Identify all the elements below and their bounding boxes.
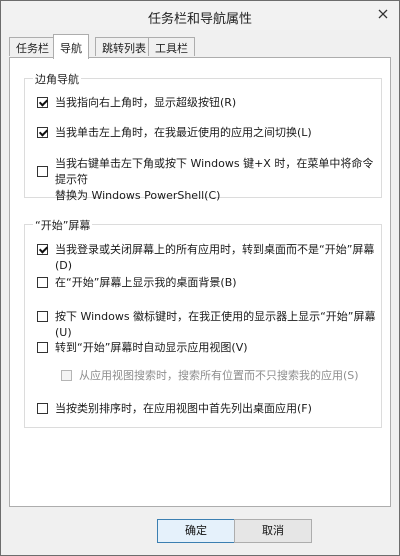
option-show-on-current-display[interactable]: 按下 Windows 徽标键时，在我正使用的显示器上显示“开始”屏幕(U) bbox=[37, 309, 381, 341]
tab-jumplists[interactable]: 跳转列表 bbox=[95, 37, 153, 56]
tab-taskbar[interactable]: 任务栏 bbox=[9, 37, 56, 56]
option-label: 从应用视图搜索时，搜索所有位置而不只搜索我的应用(S) bbox=[79, 369, 359, 382]
checkbox[interactable] bbox=[37, 166, 48, 177]
checkbox[interactable] bbox=[37, 127, 48, 138]
checkbox[interactable] bbox=[37, 403, 48, 414]
tab-navigation[interactable]: 导航 bbox=[53, 34, 89, 59]
option-label: 当我指向右上角时，显示超级按钮(R) bbox=[55, 96, 237, 109]
navigation-panel: 边角导航 当我指向右上角时，显示超级按钮(R) 当我单击左上角时，在我最近使用的… bbox=[9, 57, 391, 507]
checkbox[interactable] bbox=[37, 342, 48, 353]
close-icon bbox=[378, 9, 388, 19]
checkbox[interactable] bbox=[37, 311, 48, 322]
window-title: 任务栏和导航属性 bbox=[147, 12, 252, 27]
corner-navigation-group: 边角导航 当我指向右上角时，显示超级按钮(R) 当我单击左上角时，在我最近使用的… bbox=[24, 71, 382, 202]
option-show-charms[interactable]: 当我指向右上角时，显示超级按钮(R) bbox=[37, 95, 236, 111]
option-switch-apps[interactable]: 当我单击左上角时，在我最近使用的应用之间切换(L) bbox=[37, 125, 312, 141]
checkbox[interactable] bbox=[61, 370, 72, 381]
option-label: 当按类别排序时，在应用视图中首先列出桌面应用(F) bbox=[55, 402, 312, 415]
start-screen-title: “开始”屏幕 bbox=[33, 217, 93, 233]
option-label: 当我单击左上角时，在我最近使用的应用之间切换(L) bbox=[55, 126, 312, 139]
checkbox[interactable] bbox=[37, 97, 48, 108]
corner-navigation-title: 边角导航 bbox=[33, 71, 81, 87]
option-label-line-1: 当我右键单击左下角或按下 Windows 键+X 时，在菜单中将命令提示符 bbox=[55, 157, 374, 186]
option-search-everywhere[interactable]: 从应用视图搜索时，搜索所有位置而不只搜索我的应用(S) bbox=[61, 368, 359, 384]
ok-button[interactable]: 确定 bbox=[157, 519, 235, 543]
option-label: 当我右键单击左下角或按下 Windows 键+X 时，在菜单中将命令提示符 替换… bbox=[55, 156, 381, 204]
option-label-line-2: 替换为 Windows PowerShell(C) bbox=[55, 189, 221, 202]
option-label: 转到“开始”屏幕时自动显示应用视图(V) bbox=[55, 341, 248, 354]
cancel-button[interactable]: 取消 bbox=[234, 519, 312, 543]
close-button[interactable] bbox=[373, 4, 393, 24]
tab-toolbars[interactable]: 工具栏 bbox=[148, 37, 195, 56]
option-list-desktop-apps-first[interactable]: 当按类别排序时，在应用视图中首先列出桌面应用(F) bbox=[37, 401, 312, 417]
checkbox[interactable] bbox=[37, 277, 48, 288]
option-go-to-desktop[interactable]: 当我登录或关闭屏幕上的所有应用时，转到桌面而不是“开始”屏幕(D) bbox=[37, 242, 381, 274]
start-screen-group: “开始”屏幕 当我登录或关闭屏幕上的所有应用时，转到桌面而不是“开始”屏幕(D)… bbox=[24, 217, 382, 428]
dialog-footer: 确定 取消 bbox=[1, 507, 399, 555]
option-label: 在“开始”屏幕上显示我的桌面背景(B) bbox=[55, 276, 237, 289]
checkbox[interactable] bbox=[37, 244, 48, 255]
properties-dialog: 任务栏和导航属性 任务栏 导航 跳转列表 工具栏 边角导航 当我指向右上角时，显… bbox=[0, 0, 400, 556]
option-label: 按下 Windows 徽标键时，在我正使用的显示器上显示“开始”屏幕(U) bbox=[55, 310, 376, 339]
option-show-apps-view[interactable]: 转到“开始”屏幕时自动显示应用视图(V) bbox=[37, 340, 248, 356]
title-bar: 任务栏和导航属性 bbox=[1, 1, 399, 30]
option-desktop-background[interactable]: 在“开始”屏幕上显示我的桌面背景(B) bbox=[37, 275, 237, 291]
option-label: 当我登录或关闭屏幕上的所有应用时，转到桌面而不是“开始”屏幕(D) bbox=[55, 243, 375, 272]
option-replace-powershell[interactable]: 当我右键单击左下角或按下 Windows 键+X 时，在菜单中将命令提示符 替换… bbox=[37, 156, 381, 204]
